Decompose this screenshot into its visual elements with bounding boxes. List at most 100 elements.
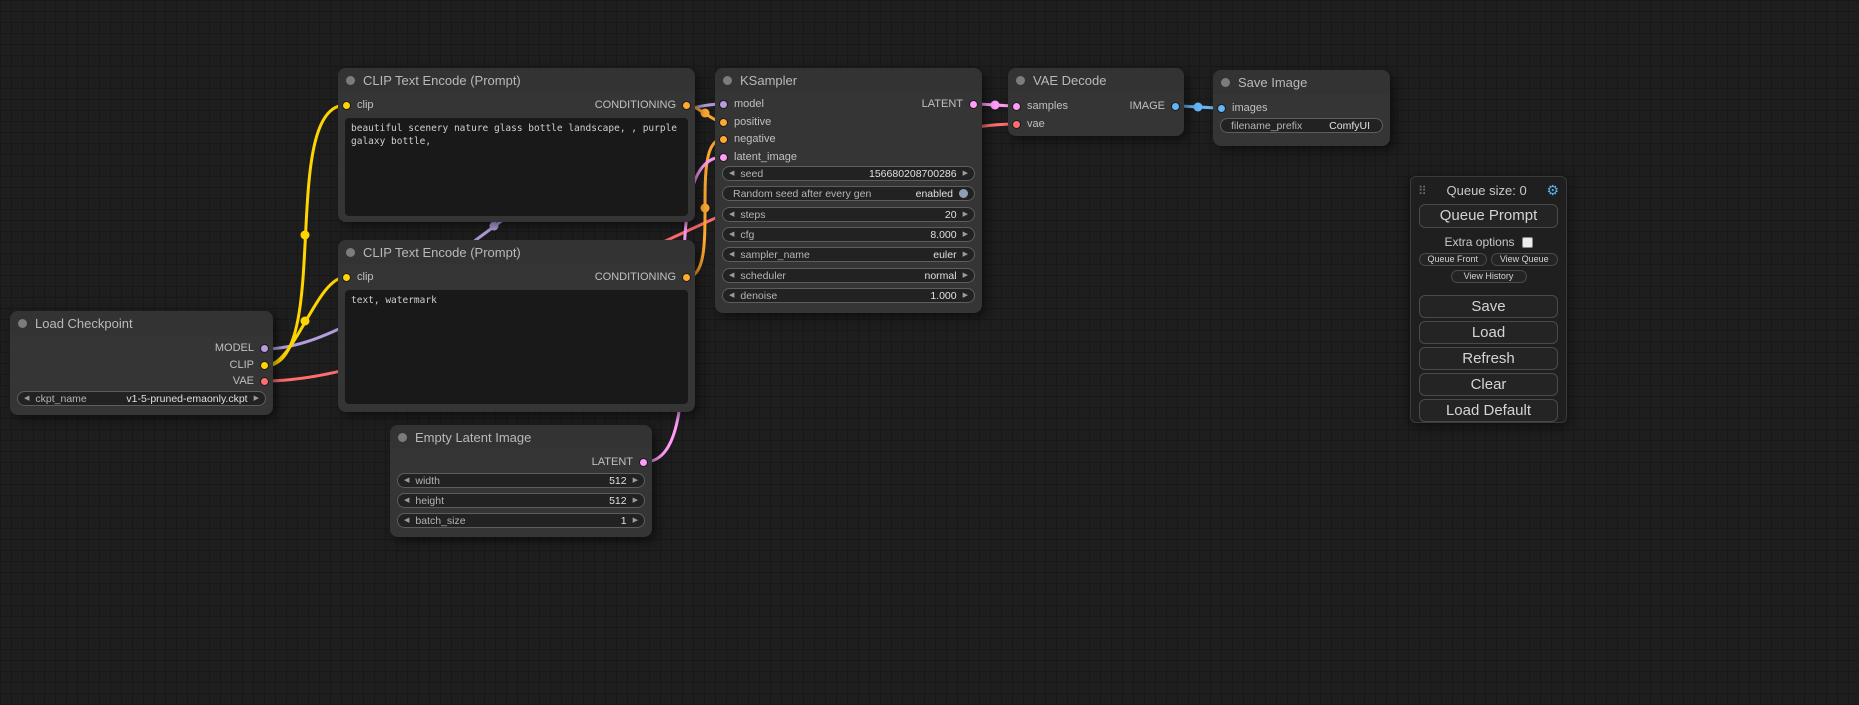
- decrement-arrow-icon[interactable]: ◀: [404, 497, 409, 504]
- clear-button[interactable]: Clear: [1419, 373, 1558, 396]
- widget-ckpt-name[interactable]: ◀ ckpt_name v1-5-pruned-emaonly.ckpt ▶: [17, 391, 266, 406]
- input-port-negative[interactable]: [719, 135, 728, 144]
- increment-arrow-icon[interactable]: ▶: [254, 395, 259, 402]
- increment-arrow-icon[interactable]: ▶: [963, 251, 968, 258]
- queue-front-button[interactable]: Queue Front: [1419, 253, 1487, 266]
- widget-batch-size[interactable]: ◀ batch_size 1 ▶: [397, 513, 645, 528]
- decrement-arrow-icon[interactable]: ◀: [729, 170, 734, 177]
- input-port-clip[interactable]: [342, 273, 351, 282]
- node-title-bar[interactable]: VAE Decode: [1008, 68, 1184, 92]
- increment-arrow-icon[interactable]: ▶: [963, 211, 968, 218]
- slot-output-clip[interactable]: CLIP: [230, 358, 269, 372]
- slot-input-latent-image[interactable]: latent_image: [719, 150, 797, 164]
- output-port-conditioning[interactable]: [682, 273, 691, 282]
- node-load-checkpoint[interactable]: Load Checkpoint MODEL CLIP VAE ◀ ckpt_na…: [10, 311, 273, 415]
- extra-options-checkbox[interactable]: [1522, 237, 1533, 248]
- output-port-clip[interactable]: [260, 361, 269, 370]
- node-ksampler[interactable]: KSampler model positive negative latent_…: [715, 68, 982, 313]
- input-port-latent-image[interactable]: [719, 153, 728, 162]
- output-port-latent[interactable]: [639, 458, 648, 467]
- increment-arrow-icon[interactable]: ▶: [633, 477, 638, 484]
- increment-arrow-icon[interactable]: ▶: [963, 292, 968, 299]
- view-queue-button[interactable]: View Queue: [1491, 253, 1559, 266]
- node-title-bar[interactable]: Save Image: [1213, 70, 1390, 94]
- node-title-bar[interactable]: CLIP Text Encode (Prompt): [338, 68, 695, 92]
- decrement-arrow-icon[interactable]: ◀: [729, 231, 734, 238]
- toggle-indicator-icon[interactable]: [959, 189, 968, 198]
- slot-output-vae[interactable]: VAE: [233, 374, 269, 388]
- output-port-conditioning[interactable]: [682, 101, 691, 110]
- node-title-bar[interactable]: Empty Latent Image: [390, 425, 652, 449]
- slot-input-model[interactable]: model: [719, 97, 764, 111]
- prompt-textarea[interactable]: beautiful scenery nature glass bottle la…: [345, 118, 688, 216]
- slot-input-images[interactable]: images: [1217, 101, 1267, 115]
- node-title-bar[interactable]: Load Checkpoint: [10, 311, 273, 335]
- widget-denoise[interactable]: ◀ denoise 1.000 ▶: [722, 288, 975, 303]
- view-history-button[interactable]: View History: [1451, 270, 1527, 283]
- node-title-bar[interactable]: CLIP Text Encode (Prompt): [338, 240, 695, 264]
- widget-seed[interactable]: ◀ seed 156680208700286 ▶: [722, 166, 975, 181]
- node-empty-latent-image[interactable]: Empty Latent Image LATENT ◀ width 512 ▶ …: [390, 425, 652, 537]
- node-save-image[interactable]: Save Image images filename_prefix ComfyU…: [1213, 70, 1390, 146]
- collapse-dot-icon[interactable]: [723, 76, 732, 85]
- load-default-button[interactable]: Load Default: [1419, 399, 1558, 422]
- slot-input-clip[interactable]: clip: [342, 270, 374, 284]
- decrement-arrow-icon[interactable]: ◀: [404, 517, 409, 524]
- node-clip-text-encode-positive[interactable]: CLIP Text Encode (Prompt) clip CONDITION…: [338, 68, 695, 222]
- input-port-positive[interactable]: [719, 118, 728, 127]
- increment-arrow-icon[interactable]: ▶: [963, 231, 968, 238]
- decrement-arrow-icon[interactable]: ◀: [729, 251, 734, 258]
- node-title-bar[interactable]: KSampler: [715, 68, 982, 92]
- input-port-samples[interactable]: [1012, 102, 1021, 111]
- widget-cfg[interactable]: ◀ cfg 8.000 ▶: [722, 227, 975, 242]
- collapse-dot-icon[interactable]: [1016, 76, 1025, 85]
- node-clip-text-encode-negative[interactable]: CLIP Text Encode (Prompt) clip CONDITION…: [338, 240, 695, 412]
- node-graph-canvas[interactable]: Load Checkpoint MODEL CLIP VAE ◀ ckpt_na…: [0, 0, 1859, 705]
- slot-output-latent[interactable]: LATENT: [592, 455, 648, 469]
- widget-random-seed-toggle[interactable]: Random seed after every gen enabled: [722, 186, 975, 201]
- slot-input-samples[interactable]: samples: [1012, 99, 1068, 113]
- widget-scheduler[interactable]: ◀ scheduler normal ▶: [722, 268, 975, 283]
- slot-input-positive[interactable]: positive: [719, 115, 771, 129]
- load-button[interactable]: Load: [1419, 321, 1558, 344]
- decrement-arrow-icon[interactable]: ◀: [24, 395, 29, 402]
- increment-arrow-icon[interactable]: ▶: [633, 517, 638, 524]
- decrement-arrow-icon[interactable]: ◀: [729, 292, 734, 299]
- slot-output-conditioning[interactable]: CONDITIONING: [595, 270, 691, 284]
- slot-output-conditioning[interactable]: CONDITIONING: [595, 98, 691, 112]
- queue-prompt-button[interactable]: Queue Prompt: [1419, 204, 1558, 228]
- input-port-model[interactable]: [719, 100, 728, 109]
- input-port-images[interactable]: [1217, 104, 1226, 113]
- decrement-arrow-icon[interactable]: ◀: [404, 477, 409, 484]
- output-port-latent[interactable]: [969, 100, 978, 109]
- prompt-textarea[interactable]: text, watermark: [345, 290, 688, 404]
- collapse-dot-icon[interactable]: [18, 319, 27, 328]
- refresh-button[interactable]: Refresh: [1419, 347, 1558, 370]
- collapse-dot-icon[interactable]: [346, 248, 355, 257]
- collapse-dot-icon[interactable]: [1221, 78, 1230, 87]
- increment-arrow-icon[interactable]: ▶: [963, 272, 968, 279]
- slot-input-vae[interactable]: vae: [1012, 117, 1045, 131]
- collapse-dot-icon[interactable]: [346, 76, 355, 85]
- input-port-clip[interactable]: [342, 101, 351, 110]
- decrement-arrow-icon[interactable]: ◀: [729, 211, 734, 218]
- save-button[interactable]: Save: [1419, 295, 1558, 318]
- increment-arrow-icon[interactable]: ▶: [633, 497, 638, 504]
- widget-steps[interactable]: ◀ steps 20 ▶: [722, 207, 975, 222]
- output-port-model[interactable]: [260, 344, 269, 353]
- widget-height[interactable]: ◀ height 512 ▶: [397, 493, 645, 508]
- settings-gear-icon[interactable]: ⚙: [1546, 182, 1559, 199]
- widget-width[interactable]: ◀ width 512 ▶: [397, 473, 645, 488]
- slot-input-clip[interactable]: clip: [342, 98, 374, 112]
- node-vae-decode[interactable]: VAE Decode samples vae IMAGE: [1008, 68, 1184, 136]
- widget-sampler-name[interactable]: ◀ sampler_name euler ▶: [722, 247, 975, 262]
- input-port-vae[interactable]: [1012, 120, 1021, 129]
- increment-arrow-icon[interactable]: ▶: [963, 170, 968, 177]
- slot-output-latent[interactable]: LATENT: [922, 97, 978, 111]
- decrement-arrow-icon[interactable]: ◀: [729, 272, 734, 279]
- slot-output-model[interactable]: MODEL: [215, 341, 269, 355]
- output-port-vae[interactable]: [260, 377, 269, 386]
- collapse-dot-icon[interactable]: [398, 433, 407, 442]
- output-port-image[interactable]: [1171, 102, 1180, 111]
- slot-input-negative[interactable]: negative: [719, 132, 776, 146]
